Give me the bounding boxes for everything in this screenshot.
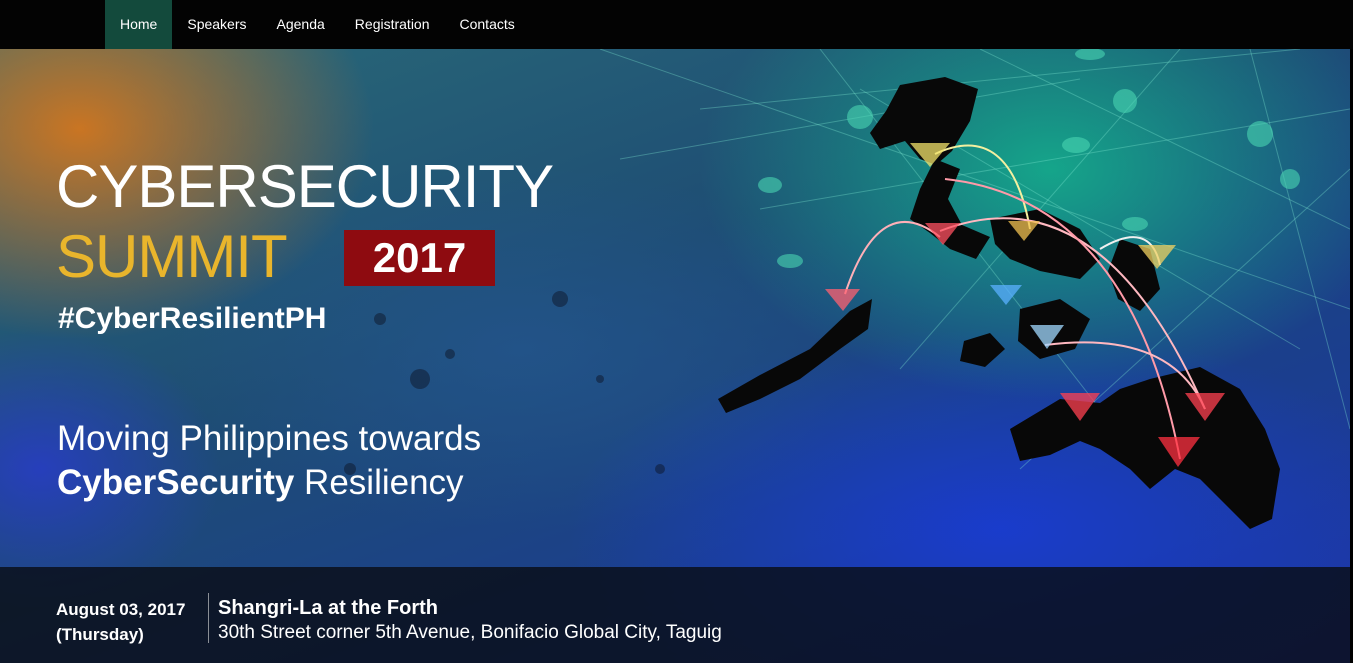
event-venue-block: Shangri-La at the Forth 30th Street corn…: [218, 595, 722, 645]
event-day: (Thursday): [56, 625, 144, 644]
event-hashtag: #CyberResilientPH: [58, 302, 327, 335]
event-date-block: August 03, 2017 (Thursday): [56, 597, 185, 647]
tagline-bold-text: CyberSecurity: [57, 463, 295, 502]
venue-address: 30th Street corner 5th Avenue, Bonifacio…: [218, 622, 722, 643]
event-date: August 03, 2017: [56, 600, 186, 619]
nav-item-contacts[interactable]: Contacts: [445, 0, 530, 49]
tagline-line2: CyberSecurity Resiliency: [57, 461, 481, 505]
event-title-line1: CYBERSECURITY: [56, 153, 554, 220]
venue-name: Shangri-La at the Forth: [218, 597, 438, 619]
tagline-line1: Moving Philippines towards: [57, 419, 482, 458]
top-navbar: Home Speakers Agenda Registration Contac…: [0, 0, 1353, 49]
event-info-bar: August 03, 2017 (Thursday) Shangri-La at…: [0, 567, 1350, 663]
event-title-line2: SUMMIT: [56, 223, 288, 290]
nav-item-agenda[interactable]: Agenda: [262, 0, 340, 49]
tagline-rest-text: Resiliency: [294, 463, 464, 502]
nav-item-speakers[interactable]: Speakers: [172, 0, 261, 49]
year-badge: 2017: [344, 230, 495, 286]
nav-item-registration[interactable]: Registration: [340, 0, 445, 49]
event-tagline: Moving Philippines towards CyberSecurity…: [57, 417, 481, 505]
nav-menu: Home Speakers Agenda Registration Contac…: [105, 0, 530, 49]
nav-item-home[interactable]: Home: [105, 0, 173, 49]
info-divider: [208, 593, 209, 643]
philippines-map-icon: [718, 77, 1280, 529]
